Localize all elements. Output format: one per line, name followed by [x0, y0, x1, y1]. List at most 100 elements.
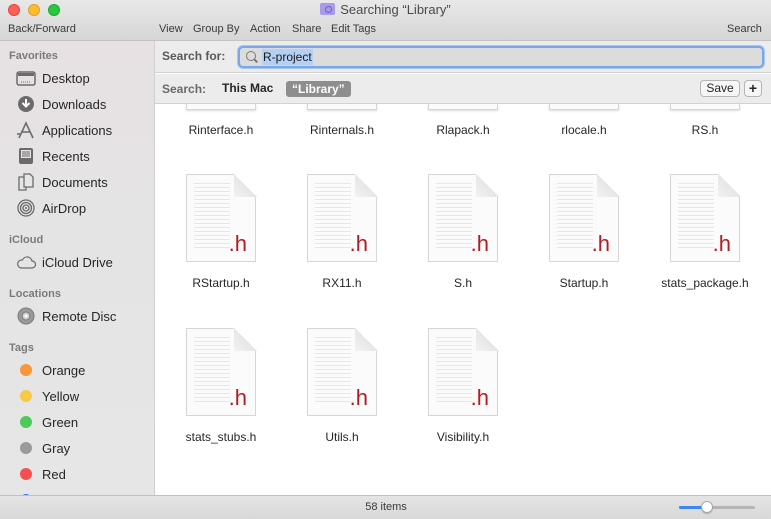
file-item[interactable]: .h Visibility.h — [403, 327, 523, 447]
sidebar-tag-green[interactable]: Green — [15, 411, 150, 433]
disc-icon — [15, 307, 37, 325]
file-item[interactable]: .h stats_stubs.h — [161, 327, 281, 447]
cloud-icon — [15, 253, 37, 271]
search-icon — [246, 51, 256, 61]
file-item[interactable]: .h S.h — [403, 173, 523, 293]
file-extension-label: .h — [470, 385, 489, 410]
file-item[interactable]: .h Startup.h — [524, 173, 644, 293]
file-name: stats_package.h — [661, 276, 749, 290]
file-name: Rlapack.h — [436, 123, 490, 137]
sidebar-item-label: Desktop — [42, 70, 90, 86]
tag-green-icon — [15, 413, 37, 431]
sidebar-tag-gray[interactable]: Gray — [15, 437, 150, 459]
smart-folder-icon — [320, 3, 336, 15]
file-item[interactable]: Rinternals.h — [282, 104, 402, 144]
search-bar: Search for: R-project — [155, 41, 771, 73]
file-name: Rinternals.h — [309, 123, 375, 137]
tag-orange-icon — [15, 361, 37, 379]
scope-this-mac-button[interactable]: This Mac — [222, 81, 273, 95]
search-for-label: Search for: — [162, 49, 226, 63]
sidebar-tag-orange[interactable]: Orange — [15, 359, 150, 381]
icon-size-slider[interactable] — [679, 501, 755, 513]
page-fold-icon — [355, 174, 378, 197]
search-field[interactable]: R-project — [238, 46, 764, 68]
share-button[interactable]: Share — [292, 22, 321, 36]
tag-yellow-icon — [15, 387, 37, 405]
page-fold-icon — [234, 328, 257, 351]
file-extension-label: .h — [349, 231, 368, 256]
sidebar-item-downloads[interactable]: Downloads — [15, 93, 150, 115]
file-item[interactable]: .h Utils.h — [282, 327, 402, 447]
file-item[interactable]: rlocale.h — [524, 104, 644, 144]
file-name: Utils.h — [325, 430, 359, 444]
file-name: RS.h — [691, 123, 719, 137]
save-search-button[interactable]: Save — [700, 80, 740, 97]
sidebar-item-desktop[interactable]: Desktop — [15, 67, 150, 89]
file-item[interactable]: RS.h — [645, 104, 765, 144]
sidebar-section-tags: Tags — [9, 342, 34, 354]
items-count: 58 items — [365, 501, 407, 513]
tag-red-icon — [15, 465, 37, 483]
sidebar-tag-yellow[interactable]: Yellow — [15, 385, 150, 407]
tag-dot — [20, 416, 32, 428]
file-item[interactable]: .h RStartup.h — [161, 173, 281, 293]
file-grid: Rinterface.h Rinternals.h Rlapack.h rlocale… — [155, 104, 771, 495]
sidebar-item-label: Recents — [42, 148, 90, 164]
search-query-selected-text[interactable]: R-project — [262, 49, 313, 65]
sidebar-item-label: Downloads — [42, 96, 107, 112]
add-criteria-button[interactable]: + — [744, 80, 762, 97]
window-title-text: Searching “Library” — [340, 2, 451, 17]
window-title: Searching “Library” — [0, 2, 771, 18]
page-fold-icon — [476, 328, 499, 351]
sidebar-item-applications[interactable]: Applications — [15, 119, 150, 141]
sidebar: Favorites Desktop Downloads Applications… — [0, 41, 155, 496]
file-name: Rinterface.h — [188, 123, 254, 137]
file-name: RStartup.h — [192, 276, 250, 290]
sidebar-item-recents[interactable]: Recents — [15, 145, 150, 167]
sidebar-item-documents[interactable]: Documents — [15, 171, 150, 193]
header-file-icon — [549, 104, 619, 110]
sidebar-item-label: AirDrop — [42, 200, 87, 216]
sidebar-item-label: Red — [42, 466, 66, 482]
file-name: rlocale.h — [561, 123, 607, 137]
file-item[interactable]: .h RX11.h — [282, 173, 402, 293]
tag-gray-icon — [15, 439, 37, 457]
airdrop-icon — [15, 199, 37, 217]
sidebar-item-label: iCloud Drive — [42, 254, 113, 270]
sidebar-item-icloud-drive[interactable]: iCloud Drive — [15, 251, 150, 273]
file-item[interactable]: Rlapack.h — [403, 104, 523, 144]
sidebar-item-label: Applications — [42, 122, 113, 138]
edit-tags-button[interactable]: Edit Tags — [331, 22, 376, 36]
file-item[interactable]: .h stats_package.h — [645, 173, 765, 293]
header-file-icon — [307, 104, 377, 110]
icon-size-slider-knob[interactable] — [701, 501, 714, 513]
file-extension-label: .h — [228, 385, 247, 410]
status-bar: 58 items — [0, 495, 771, 519]
action-button[interactable]: Action — [250, 22, 281, 36]
file-item[interactable]: Rinterface.h — [161, 104, 281, 144]
file-preview-lines — [194, 181, 230, 251]
sidebar-item-remote-disc[interactable]: Remote Disc — [15, 305, 150, 327]
sidebar-tag-red[interactable]: Red — [15, 463, 150, 485]
search-toolbar-button[interactable]: Search — [727, 22, 762, 36]
sidebar-item-label: Remote Disc — [42, 308, 117, 324]
group-by-button[interactable]: Group By — [193, 22, 239, 36]
back-forward-button[interactable]: Back/Forward — [8, 22, 76, 36]
tag-dot — [20, 442, 32, 454]
file-name: RX11.h — [322, 276, 362, 290]
page-fold-icon — [718, 174, 741, 197]
sidebar-item-airdrop[interactable]: AirDrop — [15, 197, 150, 219]
file-extension-label: .h — [712, 231, 731, 256]
view-button[interactable]: View — [159, 22, 183, 36]
scope-library-button[interactable]: “Library” — [286, 81, 351, 97]
search-scope-bar: Search: This Mac “Library” Save + — [155, 74, 771, 104]
sidebar-section-icloud: iCloud — [9, 234, 44, 246]
page-fold-icon — [355, 328, 378, 351]
tag-dot — [20, 390, 32, 402]
file-preview-lines — [436, 335, 472, 405]
header-file-icon — [186, 104, 256, 110]
sidebar-item-label: Yellow — [42, 388, 80, 404]
file-extension-label: .h — [228, 231, 247, 256]
file-preview-lines — [315, 335, 351, 405]
documents-icon — [15, 173, 37, 191]
